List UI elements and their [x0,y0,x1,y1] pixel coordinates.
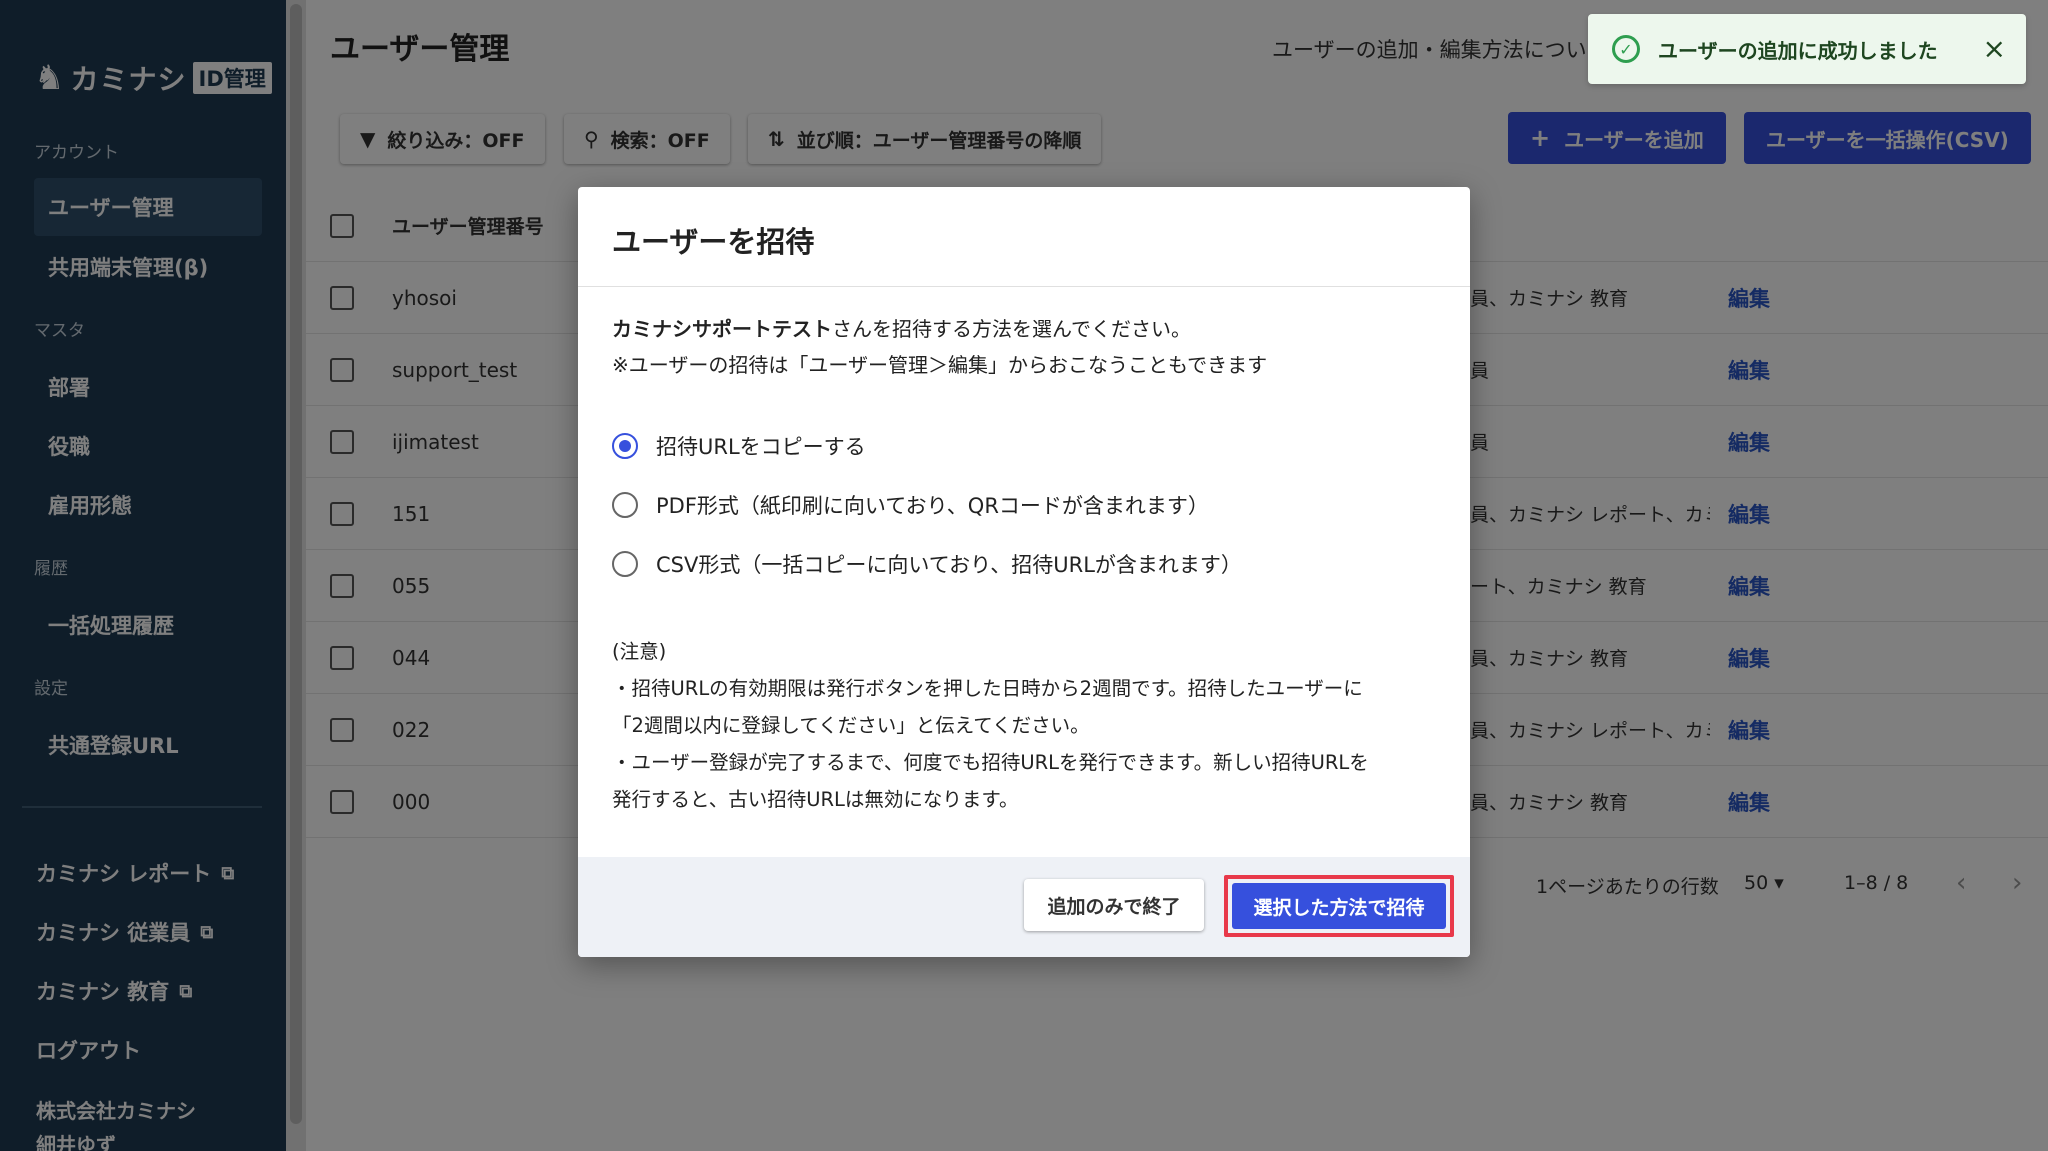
option-csv[interactable]: CSV形式（一括コピーに向いており、招待URLが含まれます） [612,549,1242,579]
dialog-footer: 追加のみで終了 選択した方法で招待 [578,857,1470,957]
dialog-header: ユーザーを招待 [578,187,1470,287]
option-copy-url[interactable]: 招待URLをコピーする [612,431,866,461]
invitee-name: カミナシサポートテスト [612,317,832,341]
option-label: PDF形式（紙印刷に向いており、QRコードが含まれます） [656,494,1209,518]
invite-dialog: ユーザーを招待 カミナシサポートテストさんを招待する方法を選んでください。 ※ユ… [578,187,1470,957]
option-label: 招待URLをコピーする [656,435,866,459]
dialog-title: ユーザーを招待 [612,225,815,259]
radio-button[interactable] [612,551,638,577]
notes-line: ・ユーザー登録が完了するまで、何度でも招待URLを発行できます。新しい招待URL… [612,751,1369,774]
option-pdf[interactable]: PDF形式（紙印刷に向いており、QRコードが含まれます） [612,490,1209,520]
dialog-description: カミナシサポートテストさんを招待する方法を選んでください。 ※ユーザーの招待は「… [612,311,1267,383]
description-text: さんを招待する方法を選んでください。 [832,317,1191,341]
add-only-button[interactable]: 追加のみで終了 [1024,879,1204,931]
notes: (注意) ・招待URLの有効期限は発行ボタンを押した日時から2週間です。招待した… [612,633,1442,818]
option-label: CSV形式（一括コピーに向いており、招待URLが含まれます） [656,553,1242,577]
radio-button[interactable] [612,433,638,459]
notes-line: 「2週間以内に登録してください」と伝えてください。 [612,714,1090,737]
close-icon[interactable]: × [1983,32,2006,65]
radio-button[interactable] [612,492,638,518]
notes-line: ・招待URLの有効期限は発行ボタンを押した日時から2週間です。招待したユーザーに [612,677,1363,700]
notes-heading: (注意) [612,640,667,663]
check-circle-icon: ✓ [1612,35,1640,63]
notes-line: 発行すると、古い招待URLは無効になります。 [612,788,1019,811]
highlight-frame: 選択した方法で招待 [1224,875,1454,937]
toast-message: ユーザーの追加に成功しました [1658,38,1938,63]
success-toast: ✓ ユーザーの追加に成功しました × [1588,14,2026,84]
description-note: ※ユーザーの招待は「ユーザー管理＞編集」からおこなうこともできます [612,353,1268,377]
invite-button[interactable]: 選択した方法で招待 [1232,883,1446,929]
